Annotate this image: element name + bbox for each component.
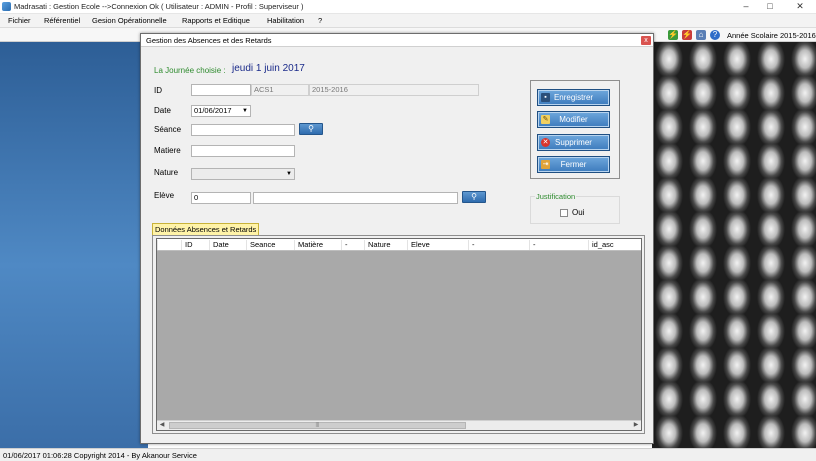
- grid-column-dash-1[interactable]: -: [341, 240, 364, 250]
- menu-referentiel[interactable]: Référentiel: [44, 16, 80, 25]
- menu-help[interactable]: ?: [318, 16, 322, 25]
- nature-label: Nature: [154, 168, 179, 177]
- help-icon[interactable]: ?: [710, 30, 720, 40]
- menu-rapports-editique[interactable]: Rapports et Editique: [182, 16, 250, 25]
- status-bar: 01/06/2017 01:06:28 Copyright 2014 - By …: [0, 448, 816, 461]
- matiere-field[interactable]: [191, 145, 295, 157]
- id-field[interactable]: [191, 84, 251, 96]
- grid-column-dash-3[interactable]: -: [529, 240, 588, 250]
- grid-column-id[interactable]: ID: [181, 240, 209, 250]
- delete-button[interactable]: ✕ Supprimer: [537, 134, 610, 151]
- delete-button-label: Supprimer: [555, 138, 592, 147]
- absences-grid[interactable]: ID Date Seance Matière - Nature Eleve - …: [156, 238, 642, 431]
- grid-column-seance[interactable]: Seance: [246, 240, 294, 250]
- home-icon[interactable]: ⌂: [696, 30, 706, 40]
- search-icon: ⚲: [308, 124, 314, 133]
- dialog-title-bar: Gestion des Absences et des Retards x: [141, 34, 653, 47]
- grid-header: ID Date Seance Matière - Nature Eleve - …: [157, 239, 641, 251]
- scrollbar-thumb[interactable]: |||: [169, 422, 466, 429]
- close-form-button-label: Fermer: [560, 160, 587, 169]
- menu-bar: Fichier Référentiel Gesion Opérationnell…: [0, 14, 816, 28]
- grid-column-id-asc[interactable]: id_asc: [588, 240, 641, 250]
- chevron-down-icon: ▼: [286, 171, 292, 177]
- plug-connect-icon[interactable]: ⚡: [668, 30, 678, 40]
- grid-column-date[interactable]: Date: [209, 240, 246, 250]
- maximize-button[interactable]: □: [760, 0, 780, 13]
- save-button-label: Enregistrer: [553, 93, 594, 102]
- eleve-name-field[interactable]: [253, 192, 458, 204]
- absences-dialog: Gestion des Absences et des Retards x La…: [140, 33, 654, 444]
- seance-label: Séance: [154, 125, 182, 134]
- justification-group: Justification Oui: [530, 192, 620, 224]
- year-field: 2015-2016: [309, 84, 479, 96]
- nature-select[interactable]: ▼: [191, 168, 295, 180]
- close-form-button[interactable]: ⇥ Fermer: [537, 156, 610, 173]
- action-panel: ▪ Enregistrer ✎ Modifier ✕ Supprimer ⇥ F…: [530, 80, 620, 179]
- justification-option-label[interactable]: Oui: [572, 208, 584, 217]
- dialog-close-button[interactable]: x: [641, 36, 651, 45]
- status-text: 01/06/2017 01:06:28 Copyright 2014 - By …: [3, 451, 197, 460]
- menu-gestion-operationnelle[interactable]: Gesion Opérationnelle: [92, 16, 167, 25]
- grid-column-eleve[interactable]: Eleve: [407, 240, 468, 250]
- app-icon: [2, 2, 11, 11]
- close-button[interactable]: ✕: [790, 0, 810, 13]
- date-value: 01/06/2017: [194, 106, 232, 115]
- search-icon: ⚲: [471, 192, 477, 201]
- save-icon: ▪: [541, 93, 550, 102]
- exit-icon: ⇥: [541, 160, 550, 169]
- scroll-right-icon[interactable]: ▶: [631, 421, 641, 430]
- desktop-background-left: [0, 42, 148, 448]
- eleve-label: Elève: [154, 191, 175, 200]
- menu-fichier[interactable]: Fichier: [8, 16, 31, 25]
- grid-column-nature[interactable]: Nature: [364, 240, 407, 250]
- eleve-id-field[interactable]: 0: [191, 192, 251, 204]
- seance-search-button[interactable]: ⚲: [299, 123, 323, 135]
- journee-label: La Journée choisie :: [154, 66, 226, 75]
- menu-habilitation[interactable]: Habilitation: [267, 16, 304, 25]
- id-label: ID: [154, 86, 162, 95]
- main-title-bar: Madrasati : Gestion Ecole -->Connexion O…: [0, 0, 816, 14]
- minimize-button[interactable]: –: [736, 0, 756, 13]
- app-title: Madrasati : Gestion Ecole -->Connexion O…: [14, 2, 304, 11]
- grid-column-dash-2[interactable]: -: [468, 240, 529, 250]
- grid-horizontal-scrollbar[interactable]: ◀ ||| ▶: [157, 420, 641, 430]
- seance-field[interactable]: [191, 124, 295, 136]
- grid-column-matiere[interactable]: Matière: [294, 240, 341, 250]
- justification-legend: Justification: [535, 192, 577, 201]
- class-field: ACS1: [251, 84, 309, 96]
- dialog-title: Gestion des Absences et des Retards: [146, 36, 272, 45]
- scroll-left-icon[interactable]: ◀: [157, 421, 167, 430]
- delete-icon: ✕: [541, 138, 550, 147]
- justification-checkbox[interactable]: [560, 209, 568, 217]
- grid-column-selector[interactable]: [157, 240, 181, 250]
- matiere-label: Matiere: [154, 146, 181, 155]
- tab-donnees-absences[interactable]: Données Absences et Retards: [152, 223, 260, 235]
- chevron-down-icon: ▼: [242, 108, 248, 114]
- edit-button-label: Modifier: [559, 115, 588, 124]
- desktop-background-right: [652, 42, 816, 448]
- save-button[interactable]: ▪ Enregistrer: [537, 89, 610, 106]
- journee-value: jeudi 1 juin 2017: [232, 63, 305, 74]
- grid-frame: ID Date Seance Matière - Nature Eleve - …: [152, 235, 645, 434]
- edit-button[interactable]: ✎ Modifier: [537, 111, 610, 128]
- edit-icon: ✎: [541, 115, 550, 124]
- school-year-label: Année Scolaire 2015-2016: [727, 31, 816, 40]
- plug-disconnect-icon[interactable]: ⚡: [682, 30, 692, 40]
- eleve-search-button[interactable]: ⚲: [462, 191, 486, 203]
- date-picker[interactable]: 01/06/2017 ▼: [191, 105, 251, 117]
- date-label: Date: [154, 106, 171, 115]
